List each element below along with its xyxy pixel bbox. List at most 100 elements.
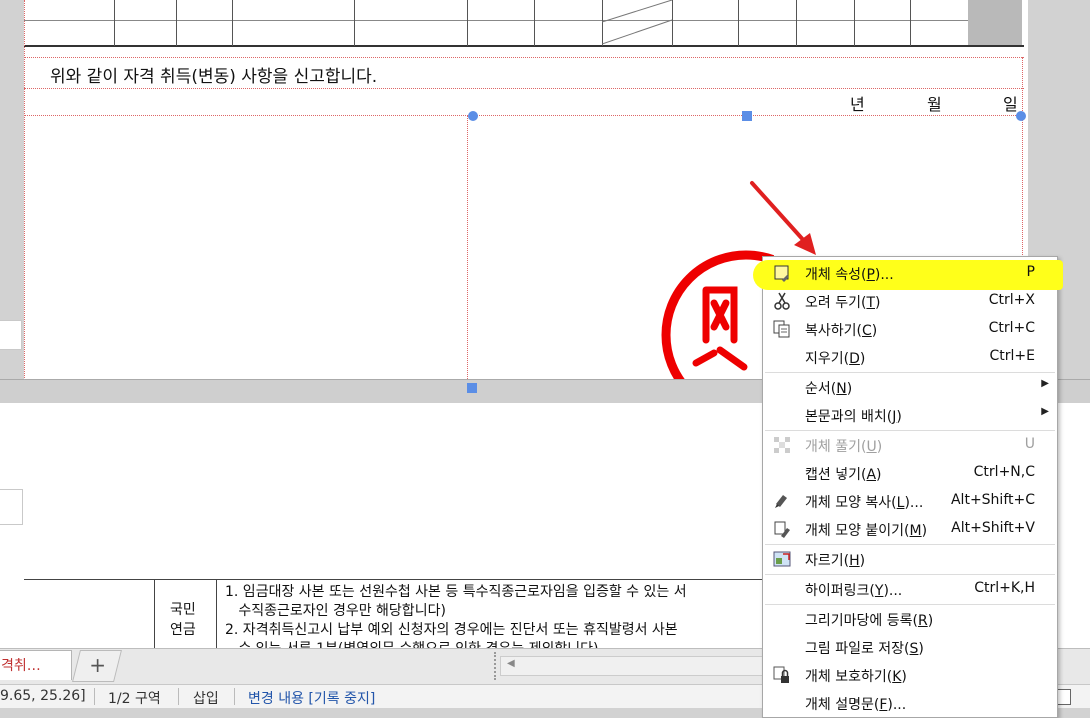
menu-item-object-properties[interactable]: 개체 속성(P)... P bbox=[753, 259, 1063, 290]
lock-icon bbox=[773, 666, 789, 683]
table-line bbox=[796, 0, 797, 46]
scissors-icon bbox=[774, 292, 790, 310]
track-changes-indicator[interactable]: 변경 내용 [기록 중지] bbox=[248, 688, 375, 708]
menu-item-shortcut: U bbox=[1024, 436, 1035, 452]
table-line bbox=[854, 0, 855, 46]
horizontal-scrollbar[interactable]: ◀ bbox=[500, 656, 772, 676]
menu-item-shortcut: Ctrl+K,H bbox=[974, 580, 1035, 596]
menu-item-copy[interactable]: 복사하기(C) Ctrl+C bbox=[763, 315, 1057, 343]
table-line bbox=[738, 0, 739, 46]
scroll-left-icon[interactable]: ◀ bbox=[507, 658, 515, 669]
annotation-arrow-icon bbox=[750, 181, 816, 255]
diagonal-strike bbox=[602, 0, 673, 45]
object-properties-icon bbox=[774, 265, 789, 282]
status-divider bbox=[94, 688, 95, 705]
table-line bbox=[24, 579, 784, 580]
menu-item-delete[interactable]: 지우기(D) Ctrl+E bbox=[763, 343, 1057, 371]
menu-item-register-gallery[interactable]: 그리기마당에 등록(R) bbox=[763, 605, 1057, 633]
table-line bbox=[154, 579, 155, 649]
table-line bbox=[176, 0, 177, 46]
table-line bbox=[114, 0, 115, 46]
selection-handle[interactable] bbox=[742, 111, 752, 121]
table-bottom-border bbox=[24, 45, 1024, 47]
menu-item-shortcut: Alt+Shift+V bbox=[951, 520, 1035, 536]
copy-icon bbox=[773, 320, 790, 338]
menu-item-label: 개체 풀기(U) bbox=[805, 439, 883, 455]
document-tab[interactable]: 격취… bbox=[0, 650, 72, 680]
menu-item-paste-format[interactable]: 개체 모양 붙이기(M) Alt+Shift+V bbox=[763, 515, 1057, 543]
guide-line bbox=[467, 115, 468, 380]
menu-item-cut[interactable]: 오려 두기(T) Ctrl+X bbox=[763, 287, 1057, 315]
add-tab-button[interactable]: + bbox=[72, 650, 122, 682]
menu-item-text-wrap[interactable]: 본문과의 배치(J) ▶ bbox=[763, 401, 1057, 429]
declaration-text: 위와 같이 자격 취득(변동) 사항을 신고합니다. bbox=[50, 67, 378, 87]
guide-line bbox=[24, 88, 1024, 89]
menu-item-label: 오려 두기(T) bbox=[805, 295, 881, 311]
menu-item-label: 개체 보호하기(K) bbox=[805, 669, 907, 685]
menu-item-shortcut: Ctrl+E bbox=[989, 348, 1036, 364]
table-line bbox=[216, 579, 217, 649]
context-menu: 개체 속성(P)... P 오려 두기(T) Ctrl+X 복사하기(C) Ct… bbox=[753, 256, 1063, 718]
table-line bbox=[467, 0, 468, 46]
table-line bbox=[910, 0, 911, 46]
crop-icon bbox=[773, 551, 791, 567]
note-line: 2. 자격취득신고시 납부 예외 신청자의 경우에는 진단서 또는 휴직발령서 … bbox=[225, 622, 678, 638]
table-line bbox=[232, 0, 233, 46]
menu-item-copy-format[interactable]: 개체 모양 복사(L)... Alt+Shift+C bbox=[763, 487, 1057, 515]
guide-line bbox=[24, 57, 1024, 58]
menu-item-shortcut: Ctrl+N,C bbox=[973, 464, 1035, 480]
copy-format-icon bbox=[775, 495, 787, 508]
note-line: 수직종근로자인 경우만 해당합니다) bbox=[225, 603, 446, 619]
ungroup-icon bbox=[774, 437, 790, 453]
guide-line bbox=[24, 0, 25, 380]
menu-item-crop[interactable]: 자르기(H) bbox=[763, 545, 1057, 573]
submenu-arrow-icon: ▶ bbox=[1041, 406, 1049, 417]
menu-highlight bbox=[753, 260, 1063, 290]
menu-item-shortcut: Ctrl+X bbox=[988, 292, 1035, 308]
status-divider bbox=[178, 688, 179, 705]
cursor-coords: 9.65, 25.26] bbox=[0, 688, 86, 704]
paste-format-icon bbox=[774, 521, 790, 538]
menu-item-shortcut: P bbox=[1026, 264, 1035, 280]
row-header-line2: 연금 bbox=[170, 622, 196, 638]
menu-item-label: 본문과의 배치(J) bbox=[805, 409, 902, 425]
menu-item-label: 순서(N) bbox=[805, 381, 853, 397]
date-day-label: 일 bbox=[1003, 95, 1018, 114]
menu-item-label: 개체 모양 붙이기(M) bbox=[805, 523, 928, 539]
section-indicator[interactable]: 1/2 구역 bbox=[108, 688, 161, 708]
date-month-label: 월 bbox=[927, 95, 942, 114]
menu-item-shortcut: Ctrl+C bbox=[988, 320, 1035, 336]
menu-item-hyperlink[interactable]: 하이퍼링크(Y)... Ctrl+K,H bbox=[763, 575, 1057, 603]
side-panel-tab[interactable] bbox=[0, 320, 22, 350]
menu-item-label: 그리기마당에 등록(R) bbox=[805, 613, 934, 629]
menu-item-order[interactable]: 순서(N) ▶ bbox=[763, 373, 1057, 401]
menu-item-label: 캡션 넣기(A) bbox=[805, 467, 882, 483]
note-line: 1. 임금대장 사본 또는 선원수첩 사본 등 특수직종근로자임을 입증할 수 … bbox=[225, 584, 687, 600]
side-panel-tab[interactable] bbox=[0, 489, 23, 525]
menu-item-label: 개체 설명문(F)... bbox=[805, 697, 907, 713]
selection-handle[interactable] bbox=[1016, 111, 1026, 121]
plus-icon: + bbox=[88, 653, 106, 677]
menu-item-label: 그림 파일로 저장(S) bbox=[805, 641, 924, 657]
menu-item-label: 개체 속성(P)... bbox=[805, 267, 894, 283]
table-line bbox=[354, 0, 355, 46]
menu-item-label: 개체 모양 복사(L)... bbox=[805, 495, 924, 511]
menu-item-ungroup: 개체 풀기(U) U bbox=[763, 431, 1057, 459]
selection-handle[interactable] bbox=[468, 111, 478, 121]
date-year-label: 년 bbox=[850, 95, 865, 114]
menu-item-label: 하이퍼링크(Y)... bbox=[805, 583, 903, 599]
selection-handle[interactable] bbox=[467, 383, 477, 393]
menu-item-insert-caption[interactable]: 캡션 넣기(A) Ctrl+N,C bbox=[763, 459, 1057, 487]
shaded-cell bbox=[968, 0, 1022, 45]
guide-line bbox=[24, 115, 1024, 116]
menu-item-save-as-image[interactable]: 그림 파일로 저장(S) bbox=[763, 633, 1057, 661]
menu-item-label: 지우기(D) bbox=[805, 351, 866, 367]
menu-item-protect-object[interactable]: 개체 보호하기(K) bbox=[763, 661, 1057, 689]
menu-item-label: 자르기(H) bbox=[805, 553, 866, 569]
insert-mode-indicator[interactable]: 삽입 bbox=[193, 688, 219, 708]
table-line bbox=[534, 0, 535, 46]
table-line bbox=[24, 20, 968, 21]
menu-item-object-description[interactable]: 개체 설명문(F)... bbox=[763, 689, 1057, 717]
menu-item-shortcut: Alt+Shift+C bbox=[950, 492, 1035, 508]
menu-item-label: 복사하기(C) bbox=[805, 323, 878, 339]
